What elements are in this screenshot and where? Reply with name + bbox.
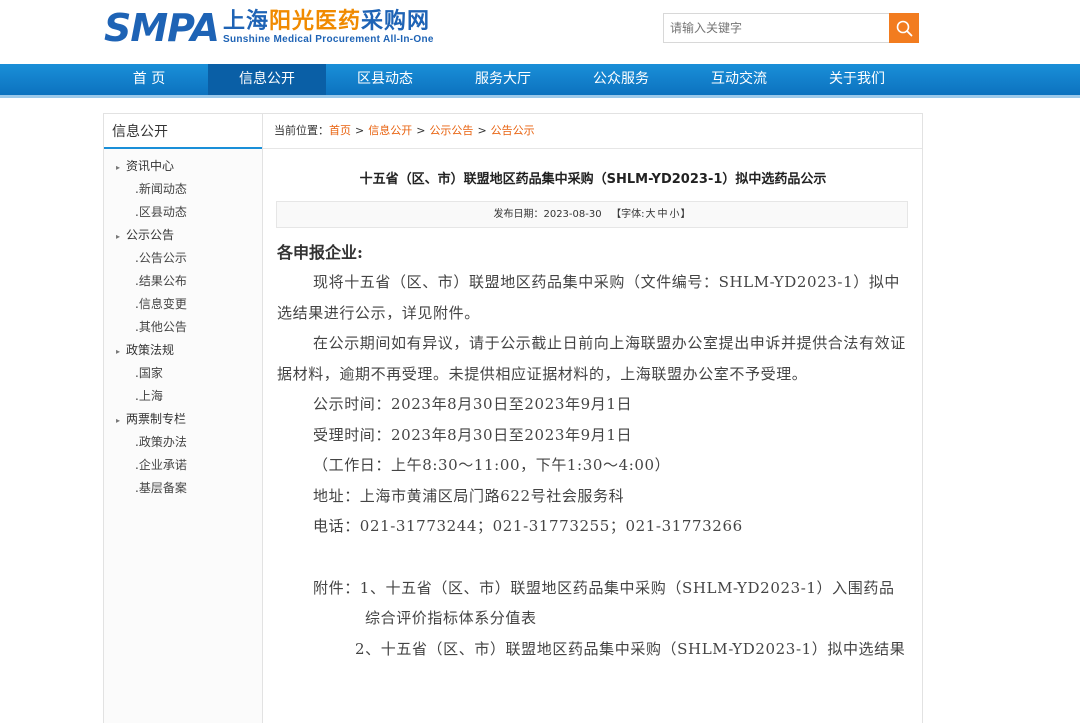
nav-item-about-us[interactable]: 关于我们 [798,64,916,95]
sidebar-item-info-change[interactable]: .信息变更 [104,293,262,316]
attachment-2-link[interactable]: 2、十五省（区、市）联盟地区药品集中采购（SHLM-YD2023-1）拟中选结果 [277,634,907,665]
search-button[interactable] [889,13,919,43]
sidebar-title: 信息公开 [104,114,262,149]
sidebar-group-news-center[interactable]: ▸ 资讯中心 [104,155,262,178]
breadcrumb-link-home[interactable]: 首页 [329,124,351,137]
article-paragraph-2: 在公示期间如有异议，请于公示截止日前向上海联盟办公室提出申诉并提供合法有效证据材… [277,334,906,383]
sidebar-item-national[interactable]: .国家 [104,362,262,385]
font-size-small-button[interactable]: 小 [670,209,680,220]
sidebar-item-district-news[interactable]: .区县动态 [104,201,262,224]
font-size-large-button[interactable]: 大 [646,209,656,220]
breadcrumb-link-notices[interactable]: 公告公示 [491,124,535,137]
nav-item-service-hall[interactable]: 服务大厅 [444,64,562,95]
breadcrumb-separator: > [416,124,426,137]
article-salutation: 各申报企业: [277,243,363,262]
sidebar-group-announcements[interactable]: ▸ 公示公告 [104,224,262,247]
breadcrumb-separator: > [477,124,487,137]
sidebar-item-grassroots-filing[interactable]: .基层备案 [104,477,262,500]
nav-item-info-public[interactable]: 信息公开 [208,64,326,95]
sidebar-group-policy[interactable]: ▸ 政策法规 [104,339,262,362]
chevron-right-icon: ▸ [116,416,121,425]
contact-address: 地址：上海市黄浦区局门路622号社会服务科 [313,486,625,505]
sidebar: 信息公开 ▸ 资讯中心 .新闻动态 .区县动态 ▸ 公示公告 .公告公示 .结果公布… [103,113,263,723]
sidebar-group-two-invoice[interactable]: ▸ 两票制专栏 [104,408,262,431]
nav-item-interaction[interactable]: 互动交流 [680,64,798,95]
chevron-right-icon: ▸ [116,163,121,172]
site-logo[interactable]: SMPA 上海阳光医药采购网 Sunshine Medical Procurem… [104,8,434,48]
logo-cn-part3: 采购网 [361,8,431,34]
font-size-label-close: 】 [680,209,691,220]
search-box [663,13,919,43]
search-icon [896,20,913,37]
breadcrumb: 当前位置：首页 > 信息公开 > 公示公告 > 公告公示 [263,114,922,149]
logo-cn-part1: 上海 [222,8,269,34]
article-title: 十五省（区、市）联盟地区药品集中采购（SHLM-YD2023-1）拟中选药品公示 [359,172,827,187]
publish-date-label: 发布日期： [493,209,544,220]
breadcrumb-prefix: 当前位置： [274,124,329,137]
breadcrumb-link-info-public[interactable]: 信息公开 [368,124,412,137]
sidebar-item-results[interactable]: .结果公布 [104,270,262,293]
logo-cn-part2: 阳光医药 [268,8,361,34]
publicity-period: 公示时间：2023年8月30日至2023年9月1日 [313,395,633,413]
sidebar-item-shanghai[interactable]: .上海 [104,385,262,408]
nav-item-home[interactable]: 首 页 [90,64,208,95]
breadcrumb-separator: > [355,124,365,137]
sidebar-item-policy-measures[interactable]: .政策办法 [104,431,262,454]
nav-items: 首 页 信息公开 区县动态 服务大厅 公众服务 互动交流 关于我们 [90,64,916,95]
logo-chinese-name: 上海阳光医药采购网 [223,8,434,34]
main-content: 当前位置：首页 > 信息公开 > 公示公告 > 公告公示 十五省（区、市）联盟地区药品集中采… [263,113,923,723]
sidebar-list: ▸ 资讯中心 .新闻动态 .区县动态 ▸ 公示公告 .公告公示 .结果公布 .信息变… [104,149,262,500]
main-nav: 首 页 信息公开 区县动态 服务大厅 公众服务 互动交流 关于我们 [0,64,1080,98]
site-header: SMPA 上海阳光医药采购网 Sunshine Medical Procurem… [0,0,1080,64]
font-size-medium-button[interactable]: 中 [658,209,668,220]
sidebar-group-label: 公示公告 [126,228,175,242]
chevron-right-icon: ▸ [116,232,121,241]
attachment-1-link[interactable]: 附件：1、十五省（区、市）联盟地区药品集中采购（SHLM-YD2023-1）入围… [277,573,907,634]
sidebar-group-label: 政策法规 [126,343,175,357]
logo-smpa-text: SMPA [104,6,220,50]
sidebar-item-notices[interactable]: .公告公示 [104,247,262,270]
sidebar-item-news[interactable]: .新闻动态 [104,178,262,201]
chevron-right-icon: ▸ [116,347,121,356]
sidebar-item-enterprise-commitment[interactable]: .企业承诺 [104,454,262,477]
logo-english-name: Sunshine Medical Procurement All-In-One [222,34,434,45]
sidebar-group-label: 资讯中心 [126,159,175,173]
working-hours: （工作日：上午8:30～11:00，下午1:30～4:00） [313,456,671,474]
article-paragraph-1: 现将十五省（区、市）联盟地区药品集中采购（文件编号：SHLM-YD2023-1）… [277,273,901,322]
publish-date: 2023-08-30 [543,209,602,220]
contact-phone: 电话：021-31773244；021-31773255；021-3177326… [313,517,743,535]
search-input[interactable] [663,13,889,43]
sidebar-item-other-notices[interactable]: .其他公告 [104,316,262,339]
acceptance-period: 受理时间：2023年8月30日至2023年9月1日 [313,425,633,444]
breadcrumb-link-announcements[interactable]: 公示公告 [429,124,473,137]
nav-item-district-news[interactable]: 区县动态 [326,64,444,95]
logo-right: 上海阳光医药采购网 Sunshine Medical Procurement A… [223,8,434,46]
article-body: 各申报企业: 现将十五省（区、市）联盟地区药品集中采购（文件编号：SHLM-YD… [277,239,907,664]
sidebar-group-label: 两票制专栏 [126,412,187,426]
nav-item-public-service[interactable]: 公众服务 [562,64,680,95]
font-size-label: 【字体: [611,209,645,220]
article-meta: 发布日期：2023-08-30 【字体:大中小】 [276,201,908,228]
